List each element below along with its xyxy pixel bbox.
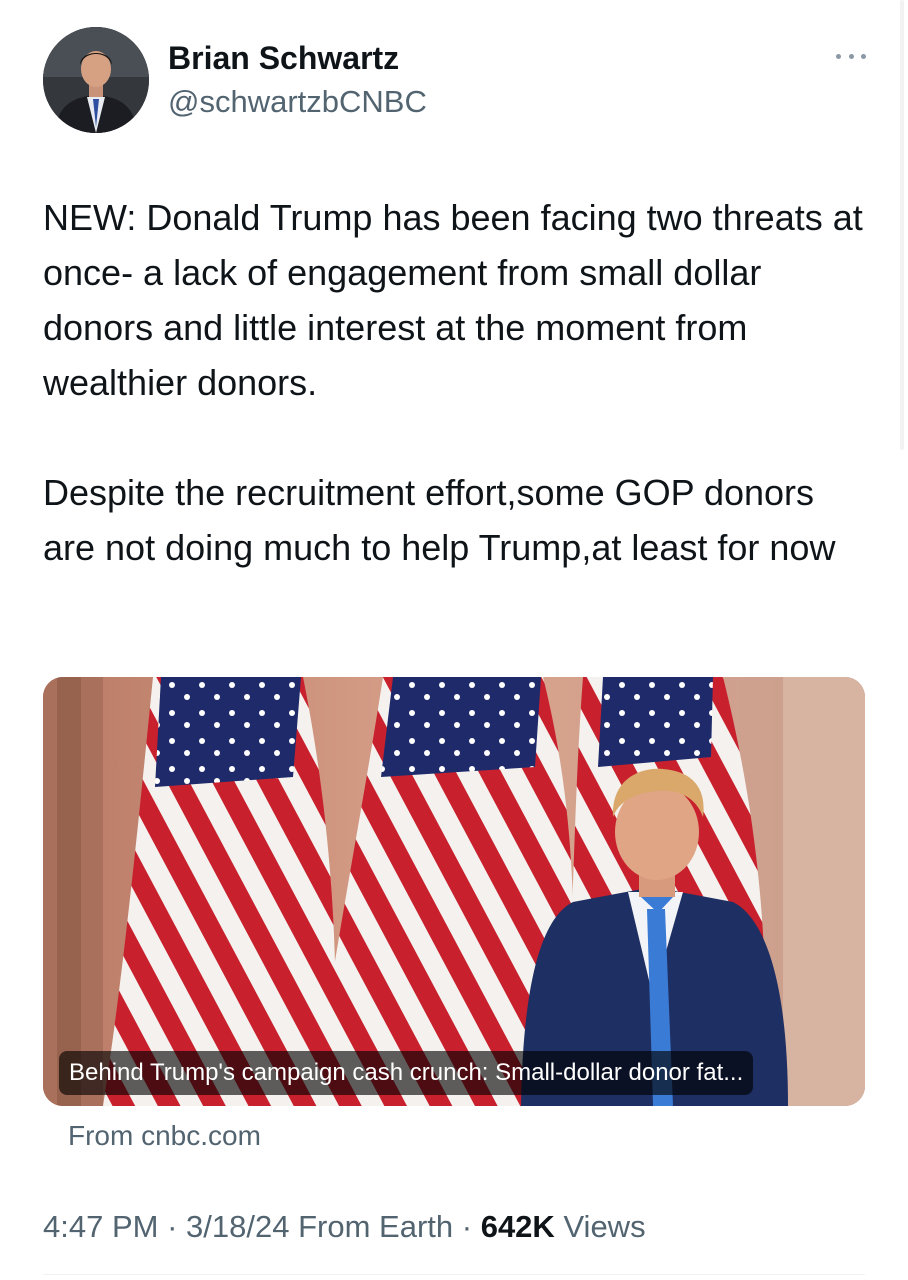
card-caption[interactable]: Behind Trump's campaign cash crunch: Sma…	[59, 1051, 754, 1095]
tweet-paragraph: Despite the recruitment effort,some GOP …	[43, 472, 836, 568]
divider	[43, 1274, 865, 1275]
dot-icon	[861, 53, 866, 59]
tweet-time[interactable]: 4:47 PM	[43, 1209, 158, 1244]
tweet-date[interactable]: 3/18/24	[186, 1209, 289, 1244]
card-source[interactable]: From cnbc.com	[68, 1118, 261, 1154]
views-label: Views	[563, 1209, 646, 1244]
more-options-icon[interactable]	[836, 46, 866, 66]
scrollbar[interactable]	[900, 0, 904, 450]
profile-photo-icon	[43, 27, 149, 133]
tweet-client: From Earth	[298, 1209, 454, 1244]
views-count[interactable]: 642K	[481, 1209, 555, 1244]
author-handle[interactable]: @schwartzbCNBC	[168, 82, 427, 122]
separator: ·	[461, 1209, 473, 1244]
avatar[interactable]	[43, 27, 149, 133]
separator: ·	[167, 1209, 178, 1244]
article-image	[43, 677, 865, 1106]
tweet-paragraph: NEW: Donald Trump has been facing two th…	[43, 197, 863, 403]
tweet-meta: 4:47 PM · 3/18/24 From Earth · 642K View…	[43, 1206, 646, 1248]
dot-icon	[848, 53, 854, 59]
tweet-text: NEW: Donald Trump has been facing two th…	[43, 190, 863, 575]
author-display-name[interactable]: Brian Schwartz	[168, 38, 399, 78]
link-card[interactable]: Behind Trump's campaign cash crunch: Sma…	[43, 677, 865, 1106]
dot-icon	[836, 53, 841, 59]
